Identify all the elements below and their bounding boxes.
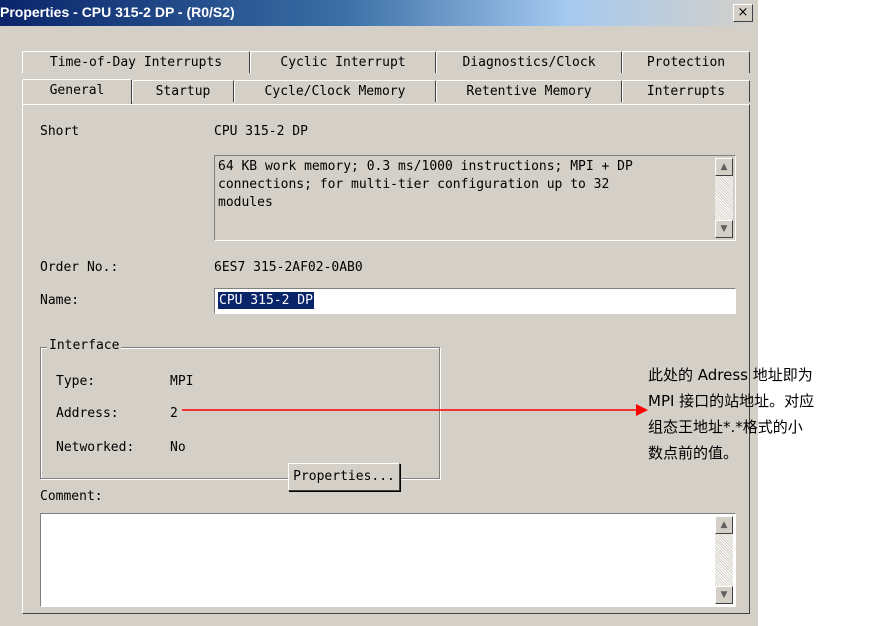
annotation-line-4: 数点前的值。 xyxy=(648,444,739,462)
tab-general[interactable]: General xyxy=(22,79,132,104)
annotation-note: 此处的 Adress 地址即为 MPI 接口的站地址。对应 组态王地址*.*格式… xyxy=(648,362,882,466)
annotation-arrow xyxy=(182,404,648,416)
annotation-line-3: 组态王地址*.*格式的小 xyxy=(648,418,803,436)
annotation-line-2: MPI 接口的站地址。对应 xyxy=(648,392,815,410)
arrow-head-icon xyxy=(636,404,648,416)
annotation-line-1: 此处的 Adress 地址即为 xyxy=(648,366,813,384)
